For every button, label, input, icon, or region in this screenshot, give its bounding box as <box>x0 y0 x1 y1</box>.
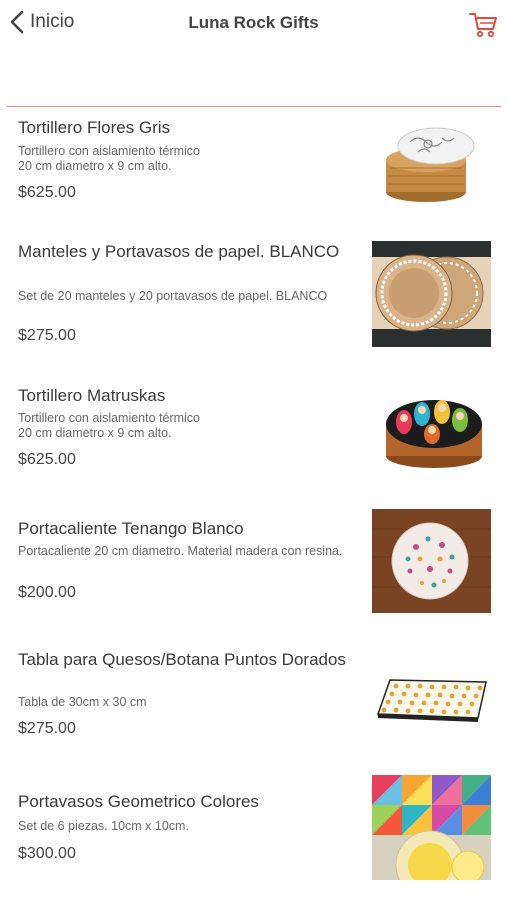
product-price: $275.00 <box>18 327 76 344</box>
product-name: Tortillero Flores Gris <box>18 118 171 137</box>
product-description: Portacaliente 20 cm diametro. Material m… <box>18 544 343 558</box>
manteles-portavasos-image <box>372 241 491 347</box>
product-description: Tabla de 30cm x 30 cm <box>18 695 147 709</box>
product-description: Set de 6 piezas. 10cm x 10cm. <box>18 819 189 833</box>
portavasos-geometrico-image <box>372 775 491 900</box>
product-description: Tortillero con aislamiento térmico 20 cm… <box>18 144 201 173</box>
page-title: Luna Rock Gifts <box>188 13 319 32</box>
cart-button[interactable] <box>468 9 498 44</box>
product-description: Tortillero con aislamiento térmico 20 cm… <box>18 411 201 440</box>
product-price: $275.00 <box>18 720 76 737</box>
product-price: $300.00 <box>18 845 76 862</box>
product-price: $625.00 <box>18 184 76 201</box>
tabla-quesos-image <box>374 672 492 728</box>
header-divider <box>7 106 501 107</box>
tortillero-flores-gris-image <box>380 118 480 206</box>
product-price: $200.00 <box>18 584 76 601</box>
portacaliente-tenango-image <box>372 509 491 613</box>
product-name: Portavasos Geometrico Colores <box>18 792 259 811</box>
product-price: $625.00 <box>18 451 76 468</box>
shopping-cart-icon <box>468 13 498 43</box>
tortillero-matruskas-image <box>382 388 486 474</box>
product-name: Portacaliente Tenango Blanco <box>18 519 244 538</box>
product-name: Manteles y Portavasos de papel. BLANCO <box>18 242 340 261</box>
product-name: Tortillero Matruskas <box>18 386 166 405</box>
navigation-bar: Inicio Luna Rock Gifts <box>0 0 507 50</box>
product-description: Set de 20 manteles y 20 portavasos de pa… <box>18 289 328 303</box>
product-name: Tabla para Quesos/Botana Puntos Dorados <box>18 650 346 669</box>
